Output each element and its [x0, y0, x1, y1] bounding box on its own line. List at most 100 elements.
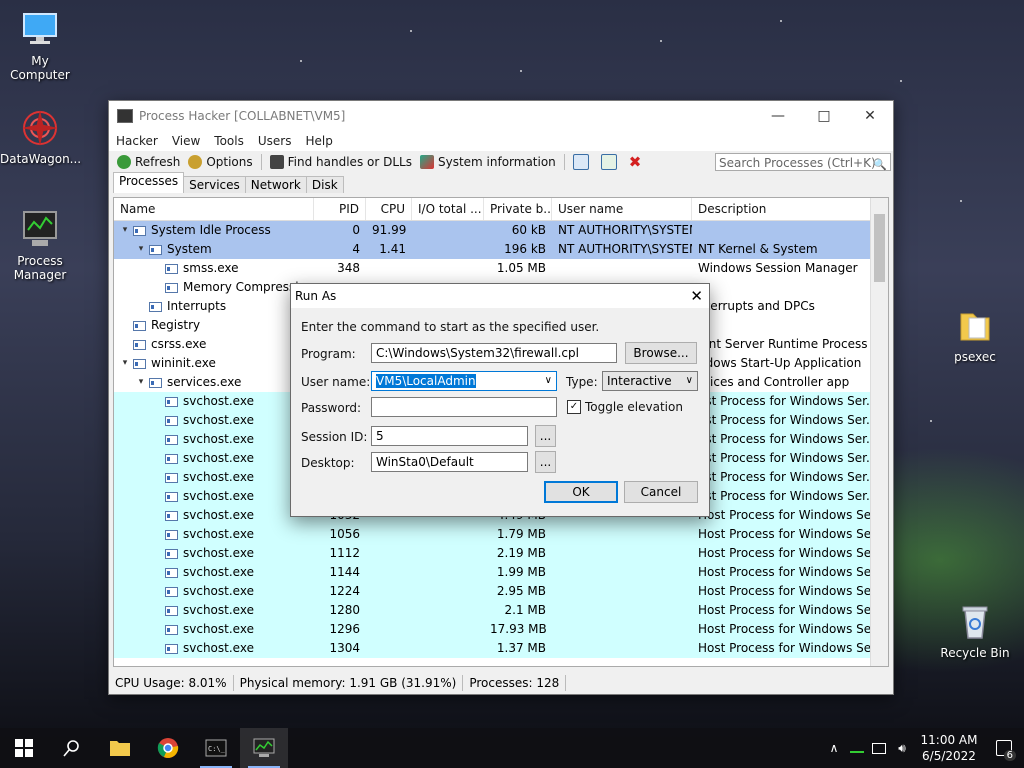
tab-services[interactable]: Services: [183, 176, 246, 193]
taskbar-chrome[interactable]: [144, 728, 192, 768]
process-row[interactable]: ▾ System 4 1.41 196 kB NT AUTHORITY\SYSTEM NT …: [114, 240, 888, 259]
vertical-scrollbar[interactable]: [870, 198, 888, 666]
desktop-icon-process-manager[interactable]: Process Manager: [0, 210, 80, 282]
process-name-cell: svchost.exe: [114, 430, 314, 449]
network-button[interactable]: [868, 728, 890, 768]
process-row[interactable]: svchost.exe 1144 1.99 MB Host Process for W…: [114, 563, 888, 582]
toggle-elevation-checkbox[interactable]: ✓ Toggle elevation: [567, 400, 683, 414]
menu-hacker[interactable]: Hacker: [109, 134, 165, 148]
desktop-icon-label: DataWagon...: [0, 152, 82, 166]
process-cpu-cell: [366, 601, 412, 620]
tree-expander-icon[interactable]: ▾: [120, 354, 130, 373]
maximize-button[interactable]: □: [801, 101, 847, 131]
process-priv-cell: 1.37 MB: [496, 641, 546, 655]
ok-button[interactable]: OK: [544, 481, 618, 503]
desktop-icon-datawagon[interactable]: DataWagon...: [0, 108, 82, 166]
mandala-icon: [20, 108, 60, 148]
process-row[interactable]: svchost.exe 1304 1.37 MB Host Process for W…: [114, 639, 888, 658]
column-header-pid[interactable]: PID: [314, 198, 366, 220]
taskbar: C:\_ ∧ 🔊︎ 11:00 AM 6/5/2022 6: [0, 728, 1024, 768]
window-titlebar[interactable]: Process Hacker [COLLABNET\VM5] — □ ✕: [109, 101, 893, 131]
taskbar-command-prompt[interactable]: C:\_: [192, 728, 240, 768]
process-row[interactable]: smss.exe 348 1.05 MB Windows Session Manage…: [114, 259, 888, 278]
process-name: svchost.exe: [183, 603, 254, 617]
start-button[interactable]: [0, 728, 48, 768]
browse-button[interactable]: Browse...: [625, 342, 697, 364]
tree-expander-icon[interactable]: ▾: [136, 373, 146, 392]
desktop-browse-button[interactable]: ...: [535, 451, 556, 473]
process-row[interactable]: svchost.exe 1296 17.93 MB Host Process for …: [114, 620, 888, 639]
system-information-button[interactable]: System information: [416, 155, 560, 169]
status-bar: CPU Usage: 8.01% Physical memory: 1.91 G…: [109, 672, 893, 694]
process-icon: [165, 472, 178, 483]
menu-users[interactable]: Users: [251, 134, 299, 148]
process-row[interactable]: svchost.exe 1224 2.95 MB Host Process for W…: [114, 582, 888, 601]
session-id-field[interactable]: 5: [371, 426, 528, 446]
process-row[interactable]: svchost.exe 1280 2.1 MB Host Process for Wi…: [114, 601, 888, 620]
process-name-cell: csrss.exe: [114, 335, 314, 354]
tray-app-button[interactable]: [846, 728, 868, 768]
window-icon-button[interactable]: [569, 154, 597, 170]
column-header-io-total[interactable]: I/O total ...: [412, 198, 484, 220]
program-field[interactable]: C:\Windows\System32\firewall.cpl: [371, 343, 617, 363]
minimize-button[interactable]: —: [755, 101, 801, 131]
scrollbar-thumb[interactable]: [874, 214, 885, 282]
window-icon: [572, 154, 589, 170]
search-input[interactable]: Search Processes (Ctrl+K) 🔍: [715, 153, 891, 171]
taskbar-process-hacker[interactable]: [240, 728, 288, 768]
tree-expander-icon[interactable]: ▾: [136, 240, 146, 259]
dialog-close-button[interactable]: ✕: [690, 287, 703, 305]
username-combobox[interactable]: VM5\LocalAdmin ∨: [371, 371, 557, 391]
tab-network[interactable]: Network: [244, 176, 307, 193]
refresh-button[interactable]: Refresh: [113, 155, 184, 169]
session-browse-button[interactable]: ...: [535, 425, 556, 447]
close-button[interactable]: ✕: [847, 101, 893, 131]
process-desc-cell: ost Process for Windows Ser...: [698, 432, 874, 446]
clock[interactable]: 11:00 AM 6/5/2022: [914, 732, 984, 764]
action-center-button[interactable]: 6: [984, 728, 1024, 768]
process-user-cell: [552, 259, 692, 278]
column-header-name[interactable]: Name: [114, 198, 314, 220]
chevron-up-icon: ∧: [829, 741, 839, 755]
dialog-titlebar[interactable]: Run As ✕: [291, 284, 709, 308]
process-row[interactable]: svchost.exe 1112 2.19 MB Host Process for W…: [114, 544, 888, 563]
volume-button[interactable]: 🔊︎: [890, 728, 914, 768]
process-desc-cell: [692, 316, 874, 335]
column-header-description[interactable]: Description: [692, 198, 874, 220]
process-icon: [165, 263, 178, 274]
tab-disk[interactable]: Disk: [305, 176, 344, 193]
tree-expander-icon[interactable]: ▾: [120, 221, 130, 240]
column-header-cpu[interactable]: CPU: [366, 198, 412, 220]
cancel-button[interactable]: Cancel: [624, 481, 698, 503]
process-io-cell: [412, 240, 484, 259]
process-name-cell: svchost.exe: [114, 411, 314, 430]
menu-tools[interactable]: Tools: [207, 134, 251, 148]
desktop-icon-recycle-bin[interactable]: Recycle Bin: [935, 602, 1015, 660]
process-row[interactable]: ▾ System Idle Process 0 91.99 60 kB NT AUTHOR…: [114, 221, 888, 240]
type-select[interactable]: Interactive ∨: [602, 371, 698, 391]
process-name-cell: Memory Compressi: [114, 278, 314, 297]
process-cpu-cell: 1.41: [379, 242, 406, 256]
taskbar-file-explorer[interactable]: [96, 728, 144, 768]
process-desc-cell: Host Process for Windows Ser...: [698, 584, 874, 598]
process-row[interactable]: svchost.exe 1056 1.79 MB Host Process for W…: [114, 525, 888, 544]
find-handles-button[interactable]: Find handles or DLLs: [266, 155, 416, 169]
terminate-button[interactable]: ✖: [625, 153, 646, 171]
desktop-field[interactable]: WinSta0\Default: [371, 452, 528, 472]
column-header-user-name[interactable]: User name: [552, 198, 692, 220]
menu-help[interactable]: Help: [298, 134, 339, 148]
process-name: svchost.exe: [183, 451, 254, 465]
password-field[interactable]: [371, 397, 557, 417]
desktop-icon-psexec[interactable]: psexec: [935, 306, 1015, 364]
desktop-icon-my-computer[interactable]: My Computer: [0, 10, 80, 82]
show-hidden-icons-button[interactable]: ∧: [822, 728, 846, 768]
search-button[interactable]: [48, 728, 96, 768]
process-desc-cell: Windows Session Manager: [698, 261, 858, 275]
process-icon: [165, 529, 178, 540]
column-header-private-bytes[interactable]: Private b...: [484, 198, 552, 220]
menu-view[interactable]: View: [165, 134, 207, 148]
tab-processes[interactable]: Processes: [113, 172, 185, 193]
options-button[interactable]: Options: [184, 155, 256, 169]
process-user-cell: [552, 525, 692, 544]
window-arrow-button[interactable]: [597, 154, 625, 170]
